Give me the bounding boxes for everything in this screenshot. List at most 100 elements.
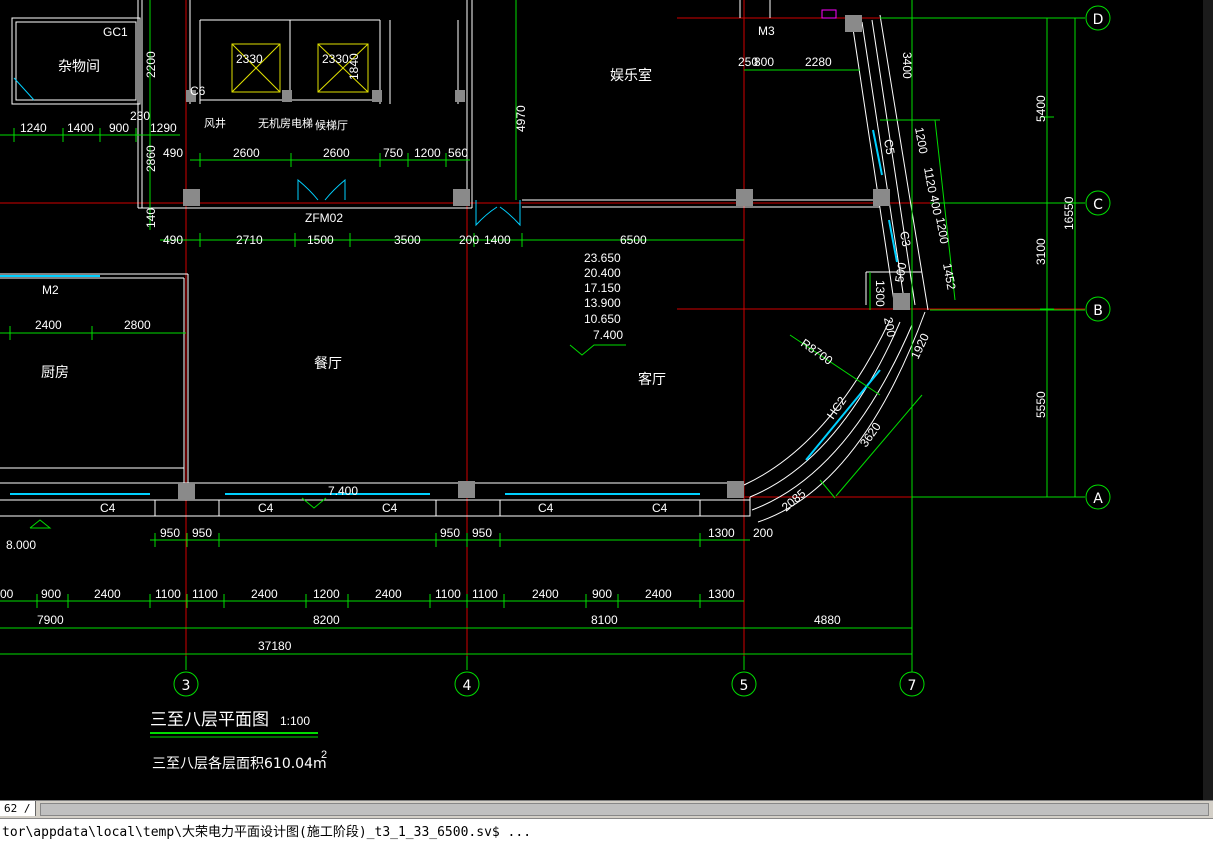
tag-c4-2: C4 — [258, 501, 274, 515]
drawing-scale: 1:100 — [280, 714, 310, 728]
dim-text: 2600 — [233, 146, 260, 160]
drawing-title: 三至八层平面图 — [150, 710, 269, 730]
tag-c3: C3 — [897, 230, 914, 248]
dim-800: 800 — [754, 55, 774, 69]
axis-label-b: B — [1093, 303, 1103, 319]
dim-text: 900 — [41, 587, 61, 601]
tag-c5: C5 — [881, 138, 898, 156]
dim-200-vertical: 200 — [881, 316, 898, 338]
level-2: 20.400 — [584, 266, 621, 280]
dim-text: 1200 — [313, 587, 340, 601]
dim-230: 230 — [130, 109, 150, 123]
windows — [0, 129, 898, 495]
dim-text: 900 — [592, 587, 612, 601]
magenta-mark — [821, 9, 837, 19]
room-living: 客厅 — [638, 371, 666, 388]
dim-1120: 1120 — [921, 166, 939, 194]
dim-1200-a: 1200 — [912, 126, 930, 155]
level-3: 17.150 — [584, 281, 621, 295]
tag-m2: M2 — [42, 283, 59, 297]
axis-label-a: A — [1093, 491, 1103, 507]
dim-text: 950 — [160, 526, 180, 540]
dim-text: 2800 — [124, 318, 151, 332]
drawing-canvas[interactable]: 3 4 5 7 A B C D 杂物间 娱乐室 厨房 餐厅 客厅 风井 无机房电… — [0, 0, 1213, 800]
tag-elevator-1: 2330 — [236, 52, 263, 66]
tag-r8700: R8700 — [798, 336, 835, 368]
dim-200-bottom: 200 — [753, 526, 773, 540]
dim-text: 200 — [459, 233, 479, 247]
dim-row-bottom-1: 00 900 2400 1100 1100 2400 1200 2400 110… — [0, 587, 735, 601]
dim-400: 400 — [927, 194, 944, 216]
tag-m3: M3 — [758, 24, 775, 38]
dim-2085: 2085 — [779, 486, 809, 514]
dim-row-1: 1240 1400 900 1290 — [20, 121, 177, 135]
dim-text: 2400 — [375, 587, 402, 601]
tag-c4-1: C4 — [100, 501, 116, 515]
dim-text: 1500 — [307, 233, 334, 247]
command-line[interactable]: tor\appdata\local\temp\大荣电力平面设计图(施工阶段)_t… — [0, 818, 1213, 857]
dim-text: 2600 — [323, 146, 350, 160]
dim-text: 950 — [440, 526, 460, 540]
dim-2280: 2280 — [805, 55, 832, 69]
room-wind-shaft: 风井 — [204, 116, 226, 130]
tag-zfm02: ZFM02 — [305, 211, 343, 225]
dim-1200-b: 1200 — [933, 216, 951, 245]
layout-tab[interactable]: 62 / — [0, 801, 36, 816]
tag-c6: C6 — [190, 84, 206, 98]
level-5: 10.650 — [584, 312, 621, 326]
dim-total: 37180 — [258, 639, 292, 653]
dim-text: 1100 — [472, 587, 498, 601]
dim-text: 4880 — [814, 613, 841, 627]
elevation-mark: 7.400 — [328, 484, 358, 498]
horizontal-scrollbar[interactable] — [40, 803, 1209, 816]
dim-text: 6500 — [620, 233, 647, 247]
dim-row-bottom-2: 7900 8200 8100 4880 — [37, 613, 841, 627]
dim-4970: 4970 — [514, 105, 528, 132]
columns — [178, 15, 910, 500]
dim-text: 1400 — [67, 121, 94, 135]
axis-label-d: D — [1093, 12, 1104, 28]
tag-elevator-2: 2330 — [322, 52, 349, 66]
tag-hc2: HC2 — [824, 394, 849, 422]
dim-5550: 5550 — [1034, 391, 1048, 418]
area-note-superscript: 2 — [321, 749, 327, 761]
dim-text: 2400 — [35, 318, 62, 332]
dim-text: 3500 — [394, 233, 421, 247]
axis-label-7: 7 — [908, 678, 917, 694]
dim-text: 2710 — [236, 233, 263, 247]
tag-m3-vertical: M3 — [0, 75, 3, 92]
dim-text: 1100 — [435, 587, 461, 601]
dim-text: 1200 — [414, 146, 441, 160]
vertical-scrollbar[interactable] — [1203, 0, 1213, 800]
walls — [0, 0, 929, 523]
tag-c4-4: C4 — [538, 501, 554, 515]
command-text: tor\appdata\local\temp\大荣电力平面设计图(施工阶段)_t… — [2, 825, 532, 840]
dim-text: 490 — [163, 233, 183, 247]
dim-1452: 1452 — [940, 262, 958, 291]
dim-5400: 5400 — [1034, 95, 1048, 122]
dim-2860: 2860 — [144, 145, 158, 172]
elevation-left: 8.000 — [6, 538, 36, 552]
dim-500: 500 — [892, 261, 909, 283]
dim-text: 750 — [383, 146, 403, 160]
dim-text: 1300 — [708, 587, 735, 601]
axis-label-c: C — [1093, 197, 1103, 213]
floor-plan: 3 4 5 7 A B C D 杂物间 娱乐室 厨房 餐厅 客厅 风井 无机房电… — [0, 0, 1111, 772]
dim-text: 2400 — [251, 587, 278, 601]
dim-text: 1400 — [484, 233, 511, 247]
room-elevator: 无机房电梯 — [258, 116, 313, 130]
dim-text: 950 — [192, 526, 212, 540]
level-6: 7.400 — [593, 328, 623, 342]
tag-gc1: GC1 — [103, 25, 128, 39]
dim-text: 1300 — [708, 526, 735, 540]
area-note: 三至八层各层面积610.04m — [152, 756, 327, 772]
dim-text: 00 — [0, 587, 14, 601]
dim-2200: 2200 — [144, 51, 158, 78]
dim-3100: 3100 — [1034, 238, 1048, 265]
tag-c4-3: C4 — [382, 501, 398, 515]
dim-3400: 3400 — [900, 52, 914, 79]
level-markers — [29, 344, 626, 529]
room-kitchen: 厨房 — [41, 365, 69, 381]
axis-label-3: 3 — [182, 678, 191, 694]
tag-c4-5: C4 — [652, 501, 668, 515]
